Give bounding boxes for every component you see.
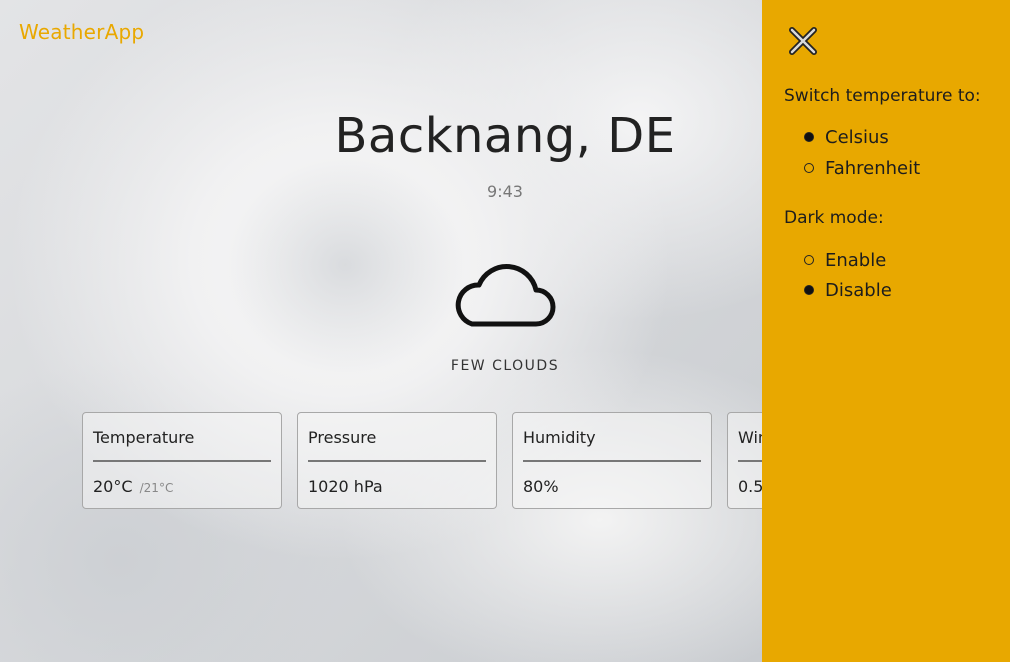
satellite-background	[0, 0, 762, 662]
temperature-setting-label: Switch temperature to:	[784, 86, 981, 106]
radio-label: Enable	[825, 249, 887, 271]
radio-disable-dark-mode[interactable]: Disable	[804, 279, 892, 301]
dark-mode-setting-label: Dark mode:	[784, 208, 884, 228]
radio-label: Fahrenheit	[825, 157, 921, 179]
card-value: 0.5	[738, 477, 762, 496]
card-temperature: Temperature 20°C /21°C	[82, 412, 282, 509]
app-logo[interactable]: WeatherApp	[19, 20, 144, 44]
radio-button[interactable]	[804, 163, 814, 173]
card-divider	[308, 460, 486, 462]
card-title: Wind	[738, 428, 762, 447]
radio-enable-dark-mode[interactable]: Enable	[804, 249, 886, 271]
card-wind: Wind 0.5	[727, 412, 762, 509]
settings-panel: Switch temperature to: Celsius Fahrenhei…	[762, 0, 1010, 662]
card-divider	[523, 460, 701, 462]
temperature-feels-like: /21°C	[139, 481, 174, 495]
radio-button-selected[interactable]	[804, 285, 814, 295]
card-title: Temperature	[93, 428, 195, 447]
card-title: Pressure	[308, 428, 377, 447]
card-title: Humidity	[523, 428, 596, 447]
card-pressure: Pressure 1020 hPa	[297, 412, 497, 509]
radio-fahrenheit[interactable]: Fahrenheit	[804, 157, 920, 179]
temperature-current: 20°C	[93, 477, 133, 496]
card-value: 1020 hPa	[308, 477, 383, 496]
card-humidity: Humidity 80%	[512, 412, 712, 509]
radio-button[interactable]	[804, 255, 814, 265]
weather-cards: Temperature 20°C /21°C Pressure 1020 hPa…	[82, 412, 762, 510]
card-divider	[738, 460, 762, 462]
cloud-icon	[455, 264, 556, 327]
radio-label: Celsius	[825, 126, 889, 148]
card-value: 80%	[523, 477, 559, 496]
close-icon[interactable]	[788, 26, 818, 56]
radio-celsius[interactable]: Celsius	[804, 126, 889, 148]
card-divider	[93, 460, 271, 462]
card-value: 20°C /21°C	[93, 477, 173, 496]
radio-label: Disable	[825, 279, 892, 301]
radio-button-selected[interactable]	[804, 132, 814, 142]
